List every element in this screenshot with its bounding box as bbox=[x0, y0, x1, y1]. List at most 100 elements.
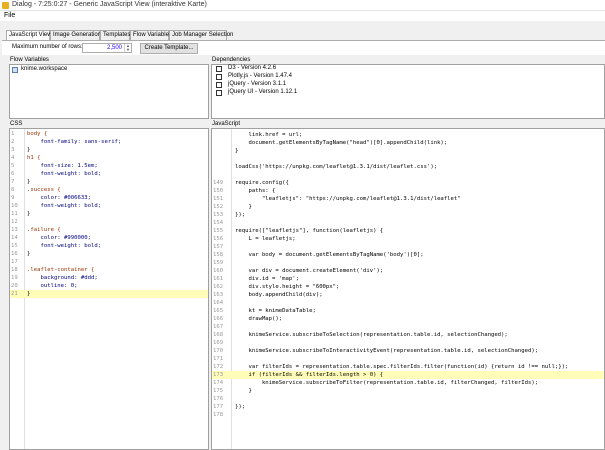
code-text: knimeService.subscribeToFilter(represent… bbox=[235, 380, 539, 386]
code-line[interactable]: 5 font-size: 1.5em; bbox=[10, 162, 208, 170]
code-text: } bbox=[235, 148, 239, 154]
tab-job-manager-selection[interactable]: Job Manager Selection bbox=[169, 30, 233, 40]
line-number: 174 bbox=[213, 380, 224, 386]
javascript-editor[interactable]: link.href = url; document.getElementsByT… bbox=[211, 128, 605, 450]
title-bar: Dialog - 7:25:0:27 - Generic JavaScript … bbox=[0, 0, 605, 11]
code-line[interactable]: 11} bbox=[10, 210, 208, 218]
code-line[interactable]: 13 .failure { bbox=[10, 226, 208, 234]
dependency-item[interactable]: D3 - Version 4.2.6 bbox=[214, 65, 314, 73]
code-text: knimeService.subscribeToSelection(repres… bbox=[235, 332, 508, 338]
code-line[interactable]: 171 bbox=[212, 355, 604, 363]
line-number: 20 bbox=[11, 283, 18, 289]
flow-variables-list[interactable] bbox=[9, 64, 209, 119]
code-line[interactable]: 4 h1 { bbox=[10, 154, 208, 162]
code-line[interactable]: 153}); bbox=[212, 211, 604, 219]
code-line[interactable]: 21} bbox=[10, 290, 208, 298]
spinner-arrows[interactable]: ▲ ▼ bbox=[124, 44, 131, 52]
tab-flow-variables[interactable]: Flow Variables bbox=[130, 30, 172, 40]
tab-javascript-view[interactable]: JavaScript View bbox=[6, 30, 52, 40]
code-line[interactable]: 155 require(["leafletjs"], function(leafl… bbox=[212, 227, 604, 235]
menu-file[interactable]: File bbox=[4, 12, 15, 19]
code-line[interactable]: 158 var body = document.getElementsByTag… bbox=[212, 251, 604, 259]
code-line[interactable]: link.href = url; bbox=[212, 131, 604, 139]
flow-variable-item[interactable]: knime.workspace bbox=[21, 66, 67, 72]
code-line[interactable]: 173 if (filterIds && filterIds.length > … bbox=[212, 371, 604, 379]
code-line[interactable]: 3} bbox=[10, 146, 208, 154]
code-line[interactable]: 12 bbox=[10, 218, 208, 226]
tab-templates[interactable]: Templates bbox=[100, 30, 130, 40]
code-line[interactable]: 161 div.id = 'map'; bbox=[212, 275, 604, 283]
code-line[interactable]: 10 font-weight: bold; bbox=[10, 202, 208, 210]
line-number: 167 bbox=[213, 324, 224, 330]
flow-variables-title: Flow Variables bbox=[10, 57, 49, 63]
code-line[interactable]: 169 bbox=[212, 339, 604, 347]
code-line[interactable]: 163 body.appendChild(div); bbox=[212, 291, 604, 299]
code-line[interactable]: loadCss('https://unpkg.com/leaflet@1.3.1… bbox=[212, 163, 604, 171]
code-line[interactable]: 159 bbox=[212, 259, 604, 267]
code-line[interactable]: 154 bbox=[212, 219, 604, 227]
code-line[interactable] bbox=[212, 171, 604, 179]
line-number: 17 bbox=[11, 259, 18, 265]
css-editor[interactable]: 1 body {2 font-family: sans-serif; 3} 4 h1 {… bbox=[9, 128, 209, 450]
code-line[interactable]: 17 bbox=[10, 258, 208, 266]
code-text: }); bbox=[235, 404, 246, 410]
code-text: } bbox=[235, 204, 252, 210]
checkbox[interactable] bbox=[216, 66, 222, 72]
code-line[interactable]: 16} bbox=[10, 250, 208, 258]
code-line[interactable]: 176 bbox=[212, 395, 604, 403]
code-line[interactable]: 6 font-weight: bold; bbox=[10, 170, 208, 178]
tab-image-generation[interactable]: Image Generation bbox=[50, 30, 101, 40]
code-line[interactable]: 177}); bbox=[212, 403, 604, 411]
code-line[interactable]: 1 body { bbox=[10, 130, 208, 138]
code-line[interactable]: 149 require.config({ bbox=[212, 179, 604, 187]
code-text: knimeService.subscribeToInteractivityEve… bbox=[235, 348, 539, 354]
code-line[interactable]: 152 } bbox=[212, 203, 604, 211]
code-line[interactable]: 7} bbox=[10, 178, 208, 186]
max-rows-spinner[interactable]: 2,500 ▲ ▼ bbox=[82, 43, 132, 53]
line-number: 156 bbox=[213, 236, 224, 242]
code-line[interactable]: 157 bbox=[212, 243, 604, 251]
code-line[interactable]: 165 kt = knimeDataTable; bbox=[212, 307, 604, 315]
code-line[interactable]: document.getElementsByTagName("head")[0]… bbox=[212, 139, 604, 147]
line-number: 18 bbox=[11, 267, 18, 273]
code-line[interactable]: 20 outline: 0; bbox=[10, 282, 208, 290]
code-line[interactable]: } bbox=[212, 147, 604, 155]
code-line[interactable]: 2 font-family: sans-serif; bbox=[10, 138, 208, 146]
checkbox[interactable] bbox=[216, 82, 222, 88]
code-line[interactable]: 18 .leaflet-container { bbox=[10, 266, 208, 274]
dependency-item[interactable]: jQuery - Version 3.1.1 bbox=[214, 81, 314, 89]
code-line[interactable]: 160 var div = document.createElement('di… bbox=[212, 267, 604, 275]
code-line[interactable]: 9 color: #006633; bbox=[10, 194, 208, 202]
code-line[interactable] bbox=[212, 155, 604, 163]
checkbox[interactable] bbox=[216, 90, 222, 96]
line-number: 162 bbox=[213, 284, 224, 290]
code-line[interactable]: 151 "leafletjs": "https://unpkg.com/leaf… bbox=[212, 195, 604, 203]
checkbox[interactable] bbox=[216, 74, 222, 80]
code-line[interactable]: 164 bbox=[212, 299, 604, 307]
code-line[interactable]: 156 L = leafletjs; bbox=[212, 235, 604, 243]
line-number: 163 bbox=[213, 292, 224, 298]
code-line[interactable]: 14 color: #990000; bbox=[10, 234, 208, 242]
code-line[interactable]: 162 div.style.height = "600px"; bbox=[212, 283, 604, 291]
code-text: if (filterIds && filterIds.length > 0) { bbox=[235, 372, 384, 378]
spinner-down-icon[interactable]: ▼ bbox=[125, 48, 131, 52]
code-text: var div = document.createElement('div'); bbox=[235, 268, 384, 274]
code-line[interactable]: 150 paths: { bbox=[212, 187, 604, 195]
css-title: CSS bbox=[10, 121, 23, 127]
code-line[interactable]: 172 var filterIds = representation.table… bbox=[212, 363, 604, 371]
code-text: document.getElementsByTagName("head")[0]… bbox=[235, 140, 448, 146]
dependency-item[interactable]: Plotly.js - Version 1.47.4 bbox=[214, 73, 314, 81]
dependency-item[interactable]: jQuery UI - Version 1.12.1 bbox=[214, 89, 314, 97]
code-line[interactable]: 19 background: #ddd; bbox=[10, 274, 208, 282]
code-line[interactable]: 170 knimeService.subscribeToInteractivit… bbox=[212, 347, 604, 355]
code-line[interactable]: 175 } bbox=[212, 387, 604, 395]
line-number: 15 bbox=[11, 243, 18, 249]
code-line[interactable]: 167 bbox=[212, 323, 604, 331]
code-line[interactable]: 8 .success { bbox=[10, 186, 208, 194]
code-line[interactable]: 168 knimeService.subscribeToSelection(re… bbox=[212, 331, 604, 339]
code-line[interactable]: 174 knimeService.subscribeToFilter(repre… bbox=[212, 379, 604, 387]
code-line[interactable]: 15 font-weight: bold; bbox=[10, 242, 208, 250]
code-line[interactable]: 166 drawMap(); bbox=[212, 315, 604, 323]
code-line[interactable]: 178 bbox=[212, 411, 604, 419]
create-template-button[interactable]: Create Template... bbox=[140, 43, 198, 54]
